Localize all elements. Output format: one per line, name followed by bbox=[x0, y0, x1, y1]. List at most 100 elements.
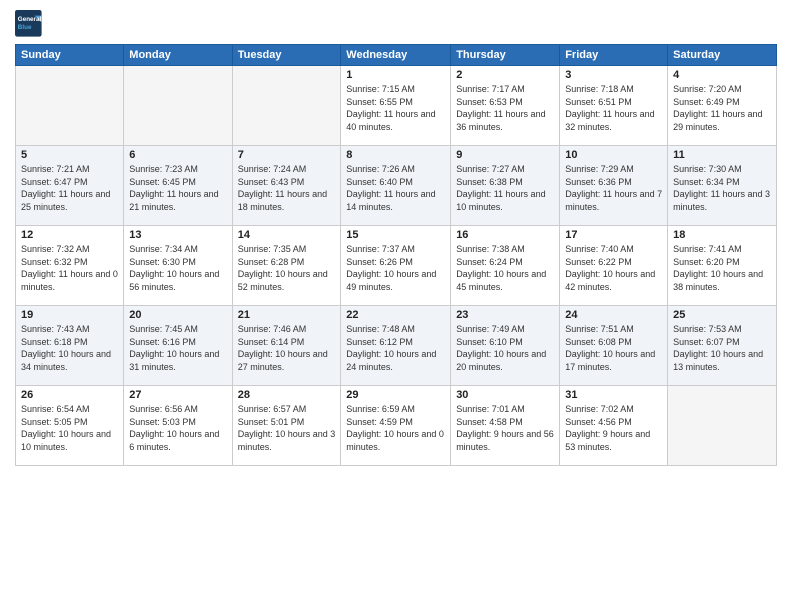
calendar-cell: 7 Sunrise: 7:24 AMSunset: 6:43 PMDaylight… bbox=[232, 146, 341, 226]
day-number: 16 bbox=[456, 229, 554, 241]
calendar-cell: 24 Sunrise: 7:51 AMSunset: 6:08 PMDayligh… bbox=[560, 306, 668, 386]
calendar-cell: 19 Sunrise: 7:43 AMSunset: 6:18 PMDayligh… bbox=[16, 306, 124, 386]
cell-text: Sunrise: 7:32 AMSunset: 6:32 PMDaylight:… bbox=[21, 243, 118, 293]
calendar-cell: 29 Sunrise: 6:59 AMSunset: 4:59 PMDayligh… bbox=[341, 386, 451, 466]
day-number: 22 bbox=[346, 309, 445, 321]
cell-text: Sunrise: 7:17 AMSunset: 6:53 PMDaylight:… bbox=[456, 83, 554, 133]
calendar-cell bbox=[124, 66, 232, 146]
page: General Blue SundayMondayTuesdayWednesda… bbox=[0, 0, 792, 612]
calendar-cell: 18 Sunrise: 7:41 AMSunset: 6:20 PMDayligh… bbox=[668, 226, 777, 306]
calendar-cell: 2 Sunrise: 7:17 AMSunset: 6:53 PMDaylight… bbox=[451, 66, 560, 146]
calendar-week-3: 12 Sunrise: 7:32 AMSunset: 6:32 PMDayligh… bbox=[16, 226, 777, 306]
day-number: 13 bbox=[129, 229, 226, 241]
weekday-header-friday: Friday bbox=[560, 45, 668, 66]
day-number: 30 bbox=[456, 389, 554, 401]
calendar-cell: 20Sunrise: 7:45 AMSunset: 6:16 PMDayligh… bbox=[124, 306, 232, 386]
cell-text: Sunrise: 7:38 AMSunset: 6:24 PMDaylight:… bbox=[456, 243, 554, 293]
cell-text: Sunrise: 7:37 AMSunset: 6:26 PMDaylight:… bbox=[346, 243, 445, 293]
weekday-header-wednesday: Wednesday bbox=[341, 45, 451, 66]
calendar-cell: 13 Sunrise: 7:34 AMSunset: 6:30 PMDayligh… bbox=[124, 226, 232, 306]
calendar-cell: 26Sunrise: 6:54 AMSunset: 5:05 PMDayligh… bbox=[16, 386, 124, 466]
weekday-header-monday: Monday bbox=[124, 45, 232, 66]
weekday-header-saturday: Saturday bbox=[668, 45, 777, 66]
calendar-week-1: 1 Sunrise: 7:15 AMSunset: 6:55 PMDaylight… bbox=[16, 66, 777, 146]
weekday-header-tuesday: Tuesday bbox=[232, 45, 341, 66]
calendar-table: SundayMondayTuesdayWednesdayThursdayFrid… bbox=[15, 44, 777, 466]
calendar-cell: 3Sunrise: 7:18 AMSunset: 6:51 PMDaylight… bbox=[560, 66, 668, 146]
cell-text: Sunrise: 7:51 AMSunset: 6:08 PMDaylight:… bbox=[565, 323, 662, 373]
day-number: 25 bbox=[673, 309, 771, 321]
cell-text: Sunrise: 7:35 AMSunset: 6:28 PMDaylight:… bbox=[238, 243, 336, 293]
svg-text:Blue: Blue bbox=[18, 24, 32, 31]
day-number: 29 bbox=[346, 389, 445, 401]
calendar-cell: 15 Sunrise: 7:37 AMSunset: 6:26 PMDayligh… bbox=[341, 226, 451, 306]
cell-text: Sunrise: 7:40 AMSunset: 6:22 PMDaylight:… bbox=[565, 243, 662, 293]
day-number: 7 bbox=[238, 149, 336, 161]
calendar-cell: 12 Sunrise: 7:32 AMSunset: 6:32 PMDayligh… bbox=[16, 226, 124, 306]
cell-text: Sunrise: 7:20 AMSunset: 6:49 PMDaylight:… bbox=[673, 83, 771, 133]
day-number: 10 bbox=[565, 149, 662, 161]
cell-text: Sunrise: 7:15 AMSunset: 6:55 PMDaylight:… bbox=[346, 83, 445, 133]
calendar-cell: 17 Sunrise: 7:40 AMSunset: 6:22 PMDayligh… bbox=[560, 226, 668, 306]
calendar-cell: 22 Sunrise: 7:48 AMSunset: 6:12 PMDayligh… bbox=[341, 306, 451, 386]
calendar-cell: 4Sunrise: 7:20 AMSunset: 6:49 PMDaylight… bbox=[668, 66, 777, 146]
day-number: 1 bbox=[346, 69, 445, 81]
day-number: 24 bbox=[565, 309, 662, 321]
calendar-cell: 6Sunrise: 7:23 AMSunset: 6:45 PMDaylight… bbox=[124, 146, 232, 226]
day-number: 31 bbox=[565, 389, 662, 401]
logo-icon: General Blue bbox=[15, 10, 43, 38]
day-number: 6 bbox=[129, 149, 226, 161]
day-number: 15 bbox=[346, 229, 445, 241]
calendar-cell: 9 Sunrise: 7:27 AMSunset: 6:38 PMDaylight… bbox=[451, 146, 560, 226]
calendar-week-4: 19 Sunrise: 7:43 AMSunset: 6:18 PMDayligh… bbox=[16, 306, 777, 386]
calendar-cell: 1 Sunrise: 7:15 AMSunset: 6:55 PMDaylight… bbox=[341, 66, 451, 146]
cell-text: Sunrise: 7:43 AMSunset: 6:18 PMDaylight:… bbox=[21, 323, 118, 373]
calendar-cell: 23Sunrise: 7:49 AMSunset: 6:10 PMDayligh… bbox=[451, 306, 560, 386]
calendar-cell: 27Sunrise: 6:56 AMSunset: 5:03 PMDayligh… bbox=[124, 386, 232, 466]
day-number: 5 bbox=[21, 149, 118, 161]
cell-text: Sunrise: 7:27 AMSunset: 6:38 PMDaylight:… bbox=[456, 163, 554, 213]
cell-text: Sunrise: 6:56 AMSunset: 5:03 PMDaylight:… bbox=[129, 403, 226, 453]
day-number: 14 bbox=[238, 229, 336, 241]
weekday-header-sunday: Sunday bbox=[16, 45, 124, 66]
day-number: 12 bbox=[21, 229, 118, 241]
cell-text: Sunrise: 7:41 AMSunset: 6:20 PMDaylight:… bbox=[673, 243, 771, 293]
day-number: 17 bbox=[565, 229, 662, 241]
calendar-cell bbox=[16, 66, 124, 146]
calendar-week-5: 26Sunrise: 6:54 AMSunset: 5:05 PMDayligh… bbox=[16, 386, 777, 466]
cell-text: Sunrise: 6:59 AMSunset: 4:59 PMDaylight:… bbox=[346, 403, 445, 453]
day-number: 21 bbox=[238, 309, 336, 321]
day-number: 9 bbox=[456, 149, 554, 161]
calendar-cell: 21Sunrise: 7:46 AMSunset: 6:14 PMDayligh… bbox=[232, 306, 341, 386]
calendar-cell bbox=[232, 66, 341, 146]
day-number: 19 bbox=[21, 309, 118, 321]
calendar-cell bbox=[668, 386, 777, 466]
calendar-cell: 25Sunrise: 7:53 AMSunset: 6:07 PMDayligh… bbox=[668, 306, 777, 386]
cell-text: Sunrise: 7:29 AMSunset: 6:36 PMDaylight:… bbox=[565, 163, 662, 213]
cell-text: Sunrise: 6:57 AMSunset: 5:01 PMDaylight:… bbox=[238, 403, 336, 453]
calendar-cell: 10 Sunrise: 7:29 AMSunset: 6:36 PMDayligh… bbox=[560, 146, 668, 226]
cell-text: Sunrise: 7:21 AMSunset: 6:47 PMDaylight:… bbox=[21, 163, 118, 213]
cell-text: Sunrise: 7:26 AMSunset: 6:40 PMDaylight:… bbox=[346, 163, 445, 213]
calendar-cell: 8Sunrise: 7:26 AMSunset: 6:40 PMDaylight… bbox=[341, 146, 451, 226]
cell-text: Sunrise: 7:24 AMSunset: 6:43 PMDaylight:… bbox=[238, 163, 336, 213]
weekday-header-thursday: Thursday bbox=[451, 45, 560, 66]
calendar-cell: 30 Sunrise: 7:01 AMSunset: 4:58 PMDayligh… bbox=[451, 386, 560, 466]
calendar-cell: 14 Sunrise: 7:35 AMSunset: 6:28 PMDayligh… bbox=[232, 226, 341, 306]
cell-text: Sunrise: 7:48 AMSunset: 6:12 PMDaylight:… bbox=[346, 323, 445, 373]
calendar-cell: 28Sunrise: 6:57 AMSunset: 5:01 PMDayligh… bbox=[232, 386, 341, 466]
day-number: 11 bbox=[673, 149, 771, 161]
day-number: 20 bbox=[129, 309, 226, 321]
day-number: 2 bbox=[456, 69, 554, 81]
logo: General Blue bbox=[15, 10, 43, 38]
cell-text: Sunrise: 7:34 AMSunset: 6:30 PMDaylight:… bbox=[129, 243, 226, 293]
svg-text:General: General bbox=[18, 16, 42, 23]
header: General Blue bbox=[15, 10, 777, 38]
cell-text: Sunrise: 7:01 AMSunset: 4:58 PMDaylight:… bbox=[456, 403, 554, 453]
day-number: 18 bbox=[673, 229, 771, 241]
cell-text: Sunrise: 7:30 AMSunset: 6:34 PMDaylight:… bbox=[673, 163, 771, 213]
cell-text: Sunrise: 7:02 AMSunset: 4:56 PMDaylight:… bbox=[565, 403, 662, 453]
calendar-cell: 5 Sunrise: 7:21 AMSunset: 6:47 PMDaylight… bbox=[16, 146, 124, 226]
day-number: 26 bbox=[21, 389, 118, 401]
calendar-week-2: 5 Sunrise: 7:21 AMSunset: 6:47 PMDaylight… bbox=[16, 146, 777, 226]
